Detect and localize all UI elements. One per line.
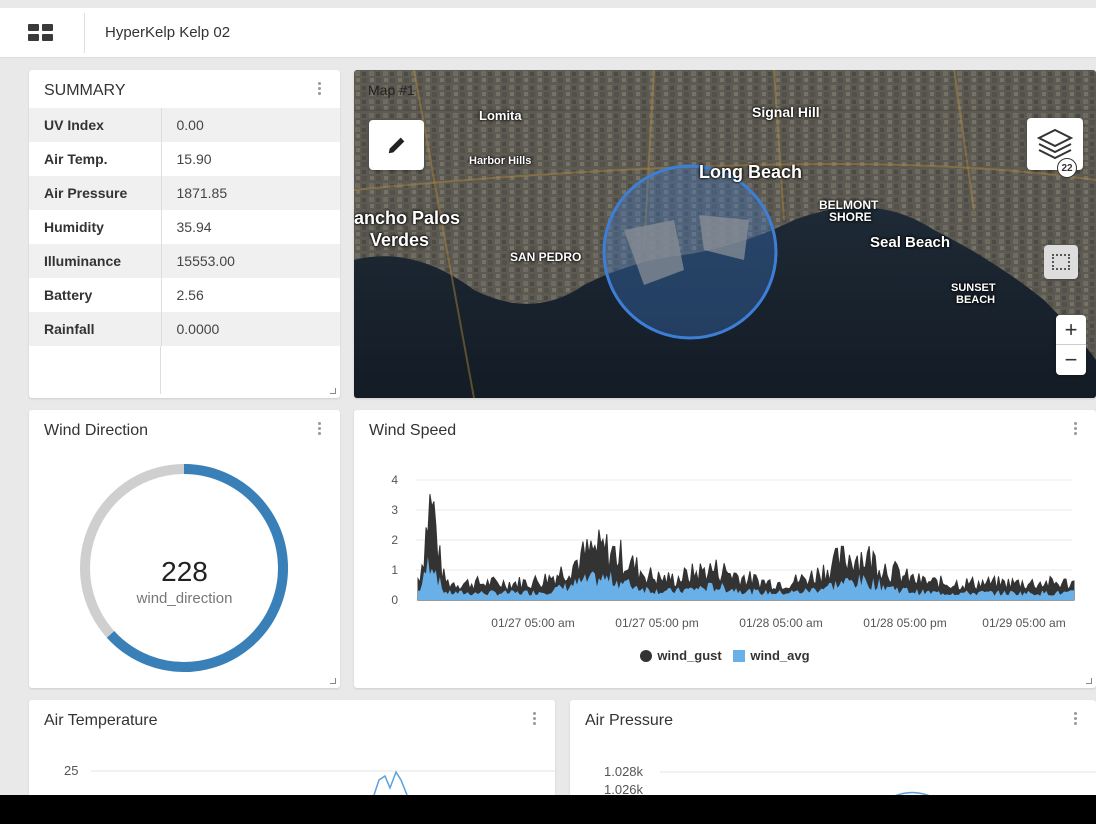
resize-handle[interactable] bbox=[330, 678, 336, 684]
x-tick-label: 01/28 05:00 am bbox=[739, 616, 822, 630]
satellite-map[interactable] bbox=[354, 70, 1096, 398]
legend-swatch-wind-gust bbox=[640, 650, 653, 662]
summary-row: Air Pressure 1871.85 bbox=[29, 176, 340, 210]
summary-row: Humidity 35.94 bbox=[29, 210, 340, 244]
dashboard-menu-button[interactable] bbox=[15, 12, 85, 53]
x-tick-label: 01/29 05:00 am bbox=[982, 616, 1065, 630]
legend-swatch-wind-avg bbox=[733, 650, 746, 662]
map-label-lomita: Lomita bbox=[479, 108, 522, 123]
map-label-harbor-hills: Harbor Hills bbox=[469, 155, 532, 167]
summary-row-label: Air Pressure bbox=[29, 176, 162, 210]
summary-row-label: Battery bbox=[29, 278, 162, 312]
summary-table: UV Index 0.00 Air Temp. 15.90 Air Pressure 18… bbox=[29, 108, 340, 346]
summary-row: Rainfall 0.0000 bbox=[29, 312, 340, 346]
summary-row-label: Illuminance bbox=[29, 244, 162, 278]
summary-row-value: 0.0000 bbox=[161, 312, 340, 346]
summary-row-label: UV Index bbox=[29, 108, 162, 142]
summary-row-value: 15553.00 bbox=[161, 244, 340, 278]
summary-row: UV Index 0.00 bbox=[29, 108, 340, 142]
wind-direction-panel: Wind Direction 228 wind_direction bbox=[29, 410, 340, 688]
select-box-icon bbox=[1052, 254, 1070, 270]
summary-row-label: Humidity bbox=[29, 210, 162, 244]
air-temperature-chart bbox=[91, 770, 555, 795]
wind-speed-legend: wind_gust wind_avg bbox=[354, 648, 1096, 663]
map-label-palos: ancho Palos bbox=[354, 208, 461, 228]
pencil-icon bbox=[388, 137, 404, 154]
summary-row-label: Air Temp. bbox=[29, 142, 162, 176]
wind-speed-panel: Wind Speed 0 1 2 3 4 01/27 05:00 am 01/27 05:0… bbox=[354, 410, 1096, 688]
screen-bottom-edge bbox=[0, 795, 1096, 824]
legend-wind-gust[interactable]: wind_gust bbox=[657, 648, 721, 663]
zoom-in-button[interactable]: + bbox=[1056, 315, 1086, 345]
map-label-verdes: Verdes bbox=[370, 230, 430, 250]
y-tick-label: 3 bbox=[391, 503, 398, 517]
air-temperature-panel: Air Temperature 25 bbox=[29, 700, 555, 795]
resize-handle[interactable] bbox=[330, 388, 336, 394]
page-title: HyperKelp Kelp 02 bbox=[105, 24, 231, 41]
air-pressure-panel: Air Pressure 1.028k 1.026k bbox=[570, 700, 1096, 795]
summary-row-value: 1871.85 bbox=[161, 176, 340, 210]
summary-row: Air Temp. 15.90 bbox=[29, 142, 340, 176]
summary-panel: SUMMARY UV Index 0.00 Air Temp. 15.90 Air Pr… bbox=[29, 70, 340, 398]
air-pressure-chart bbox=[660, 771, 1096, 795]
wind-direction-label: wind_direction bbox=[136, 590, 233, 607]
map-label-sunset: SUNSET bbox=[951, 282, 996, 294]
x-tick-label: 01/27 05:00 pm bbox=[615, 616, 698, 630]
zoom-control: + − bbox=[1056, 315, 1086, 375]
y-tick-label: 4 bbox=[391, 473, 398, 487]
map-label-seal-beach: Seal Beach bbox=[870, 234, 951, 251]
top-bar: HyperKelp Kelp 02 bbox=[0, 8, 1096, 58]
summary-title: SUMMARY bbox=[44, 82, 126, 99]
layers-count-badge: 22 bbox=[1057, 158, 1077, 178]
map-label-shore: SHORE bbox=[829, 210, 872, 224]
layers-icon bbox=[1036, 128, 1074, 160]
zoom-out-button[interactable]: − bbox=[1056, 345, 1086, 375]
wind-direction-value: 228 bbox=[161, 556, 208, 587]
map-label-signal-hill: Signal Hill bbox=[752, 104, 820, 120]
summary-row-value: 35.94 bbox=[176, 219, 212, 235]
wind-speed-chart: 0 1 2 3 4 01/27 05:00 am 01/27 05:00 pm 01/28 0… bbox=[391, 473, 1075, 630]
wind-direction-gauge bbox=[80, 464, 288, 672]
grid-icon bbox=[28, 24, 53, 41]
summary-row-value: 0.00 bbox=[161, 108, 340, 142]
map-title: Map #1 bbox=[368, 82, 415, 98]
resize-handle[interactable] bbox=[1086, 678, 1092, 684]
y-tick-label: 0 bbox=[391, 593, 398, 607]
summary-row-value: 2.56 bbox=[176, 287, 204, 303]
y-tick-label: 2 bbox=[391, 533, 398, 547]
map-label-long-beach: Long Beach bbox=[699, 162, 803, 182]
summary-menu-icon[interactable] bbox=[318, 82, 322, 96]
y-tick-label: 1 bbox=[391, 563, 398, 577]
layers-button[interactable]: 22 bbox=[1027, 118, 1083, 178]
legend-wind-avg[interactable]: wind_avg bbox=[750, 648, 809, 663]
select-area-button[interactable] bbox=[1044, 245, 1078, 279]
summary-row: Illuminance 15553.00 bbox=[29, 244, 340, 278]
dashboard: HyperKelp Kelp 02 SUMMARY UV Index 0.00 Ai… bbox=[0, 0, 1096, 795]
map-label-beach: BEACH bbox=[956, 294, 996, 306]
summary-row-label: Rainfall bbox=[29, 312, 162, 346]
x-tick-label: 01/28 05:00 pm bbox=[863, 616, 946, 630]
map-panel: Map #1 Long Beach Signal Hill Lomita Har… bbox=[354, 70, 1096, 398]
x-tick-label: 01/27 05:00 am bbox=[491, 616, 574, 630]
draw-button[interactable] bbox=[369, 120, 424, 170]
summary-row: Battery 2.56 bbox=[29, 278, 340, 312]
map-label-san-pedro: SAN PEDRO bbox=[510, 250, 582, 264]
summary-row-value: 15.90 bbox=[176, 151, 212, 167]
